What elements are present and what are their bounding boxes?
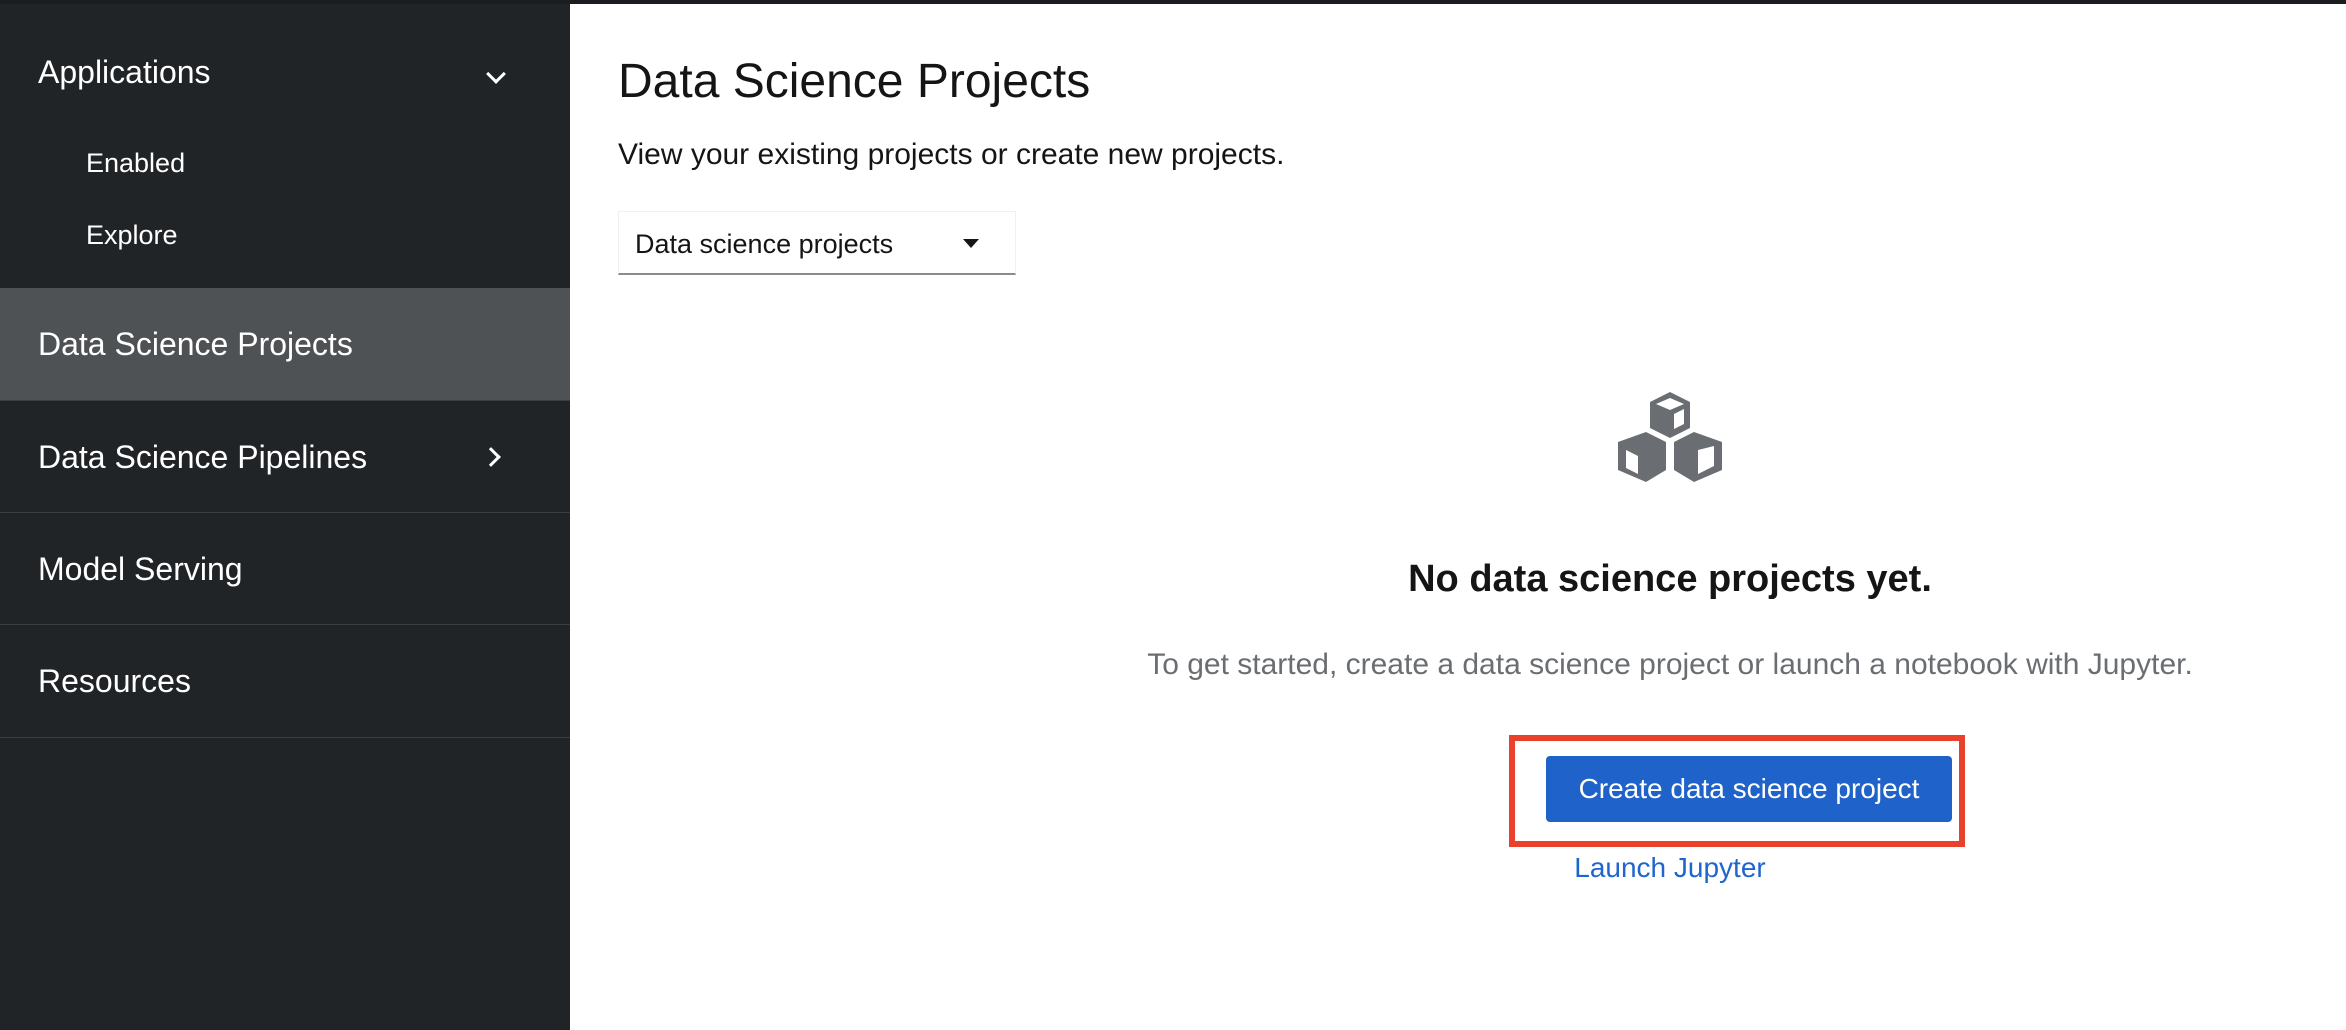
project-type-dropdown[interactable]: Data science projects: [618, 211, 1016, 275]
sidebar-item-data-science-pipelines[interactable]: Data Science Pipelines: [0, 400, 570, 513]
empty-state: No data science projects yet. To get sta…: [1110, 390, 2230, 910]
sidebar-item-model-serving[interactable]: Model Serving: [0, 512, 570, 625]
sidebar-item-label: Resources: [38, 663, 191, 699]
sidebar-item-data-science-projects[interactable]: Data Science Projects: [0, 288, 570, 400]
sidebar-item-resources[interactable]: Resources: [0, 624, 570, 738]
sidebar-item-label: Data Science Pipelines: [38, 439, 368, 475]
sidebar-group-label: Applications: [38, 54, 211, 90]
page-description: View your existing projects or create ne…: [618, 138, 1285, 171]
empty-state-body: To get started, create a data science pr…: [1147, 648, 2193, 681]
sidebar: Applications Enabled Explore Data Scienc…: [0, 4, 570, 1030]
caret-down-icon: [963, 239, 979, 248]
empty-state-title: No data science projects yet.: [1408, 558, 1932, 600]
sidebar-subitem-enabled[interactable]: Enabled: [86, 148, 185, 179]
sidebar-item-label: Model Serving: [38, 551, 243, 587]
sidebar-group-applications[interactable]: Applications: [0, 4, 570, 144]
cubes-icon: [1618, 392, 1722, 482]
sidebar-subitem-explore[interactable]: Explore: [86, 220, 178, 251]
chevron-down-icon: [486, 64, 506, 84]
launch-jupyter-link[interactable]: Launch Jupyter: [1110, 852, 2230, 884]
sidebar-item-label: Data Science Projects: [38, 326, 353, 362]
page-title: Data Science Projects: [618, 55, 1091, 108]
create-data-science-project-button[interactable]: Create data science project: [1546, 756, 1952, 822]
main-content: Data Science Projects View your existing…: [570, 4, 2346, 1030]
dropdown-value: Data science projects: [635, 229, 894, 259]
chevron-right-icon: [481, 447, 501, 467]
